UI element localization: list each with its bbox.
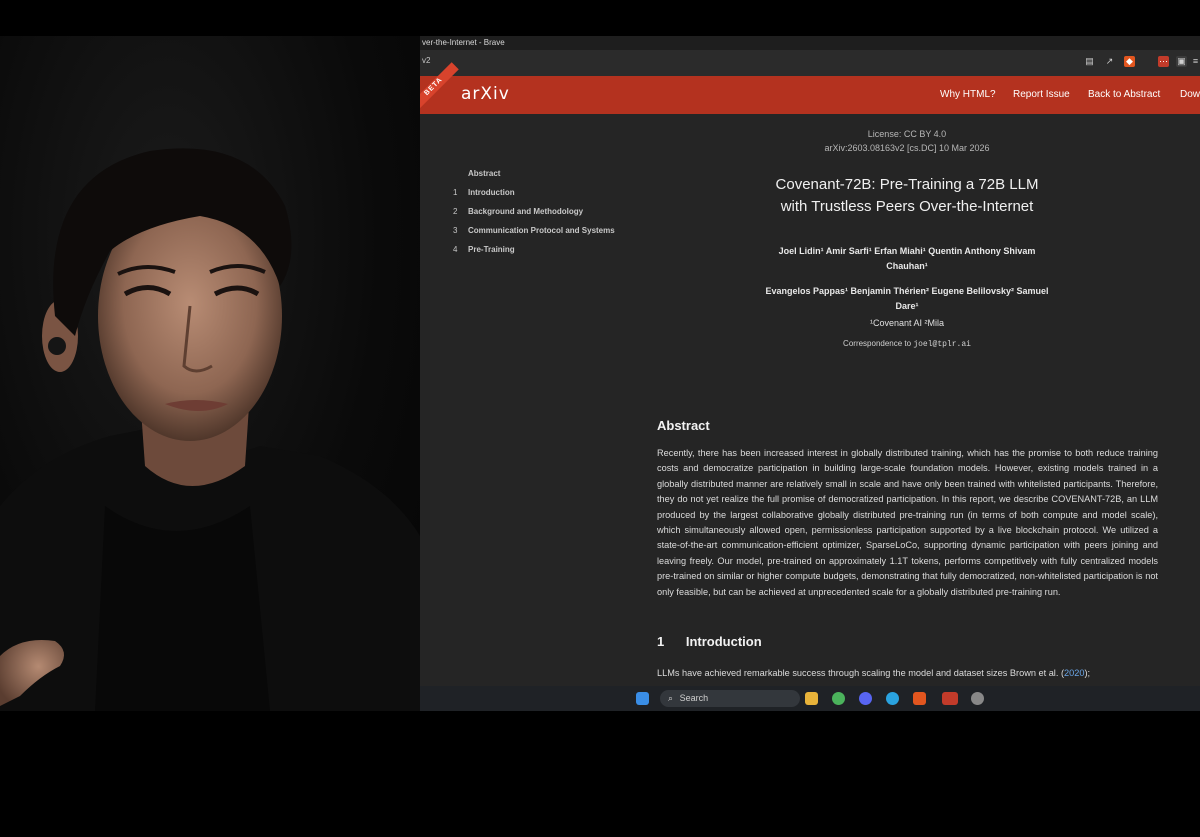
toc-abstract[interactable]: Abstract	[468, 169, 500, 178]
share-icon[interactable]: ↗	[1104, 56, 1115, 67]
arxiv-logo[interactable]: arXiv	[461, 84, 510, 104]
start-menu-icon[interactable]	[636, 692, 649, 705]
reader-mode-icon[interactable]: ▤	[1084, 56, 1095, 67]
toc-introduction[interactable]: Introduction	[468, 188, 515, 197]
telegram-icon[interactable]	[886, 692, 899, 705]
toc-communication[interactable]: Communication Protocol and Systems	[468, 226, 615, 235]
menu-icon[interactable]: ≡	[1190, 56, 1200, 67]
author-line: Chauhan¹	[886, 261, 928, 271]
toc-num: 1	[453, 188, 458, 197]
correspondence-email[interactable]: joel@tplr.ai	[913, 340, 971, 349]
nav-why-html[interactable]: Why HTML?	[940, 89, 996, 100]
profile-icon[interactable]: ▣	[1176, 56, 1187, 67]
license-text[interactable]: License: CC BY 4.0	[757, 129, 1057, 139]
abstract-text: Recently, there has been increased inter…	[657, 448, 1158, 597]
author-line: Joel Lidin¹ Amir Sarfi¹ Erfan Miahi¹ Que…	[778, 246, 1036, 256]
correspondence-label: Correspondence to	[843, 339, 912, 348]
brave-browser-icon[interactable]	[913, 692, 926, 705]
intro-paragraph: LLMs have achieved remarkable success th…	[657, 668, 1065, 678]
author-line: Dare¹	[895, 301, 919, 311]
correspondence: Correspondence to joel@tplr.ai	[707, 339, 1107, 349]
url-text[interactable]: v2	[422, 56, 430, 65]
author-line: Evangelos Pappas¹ Benjamin Thérien² Euge…	[765, 286, 1049, 296]
arxiv-id: arXiv:2603.08163v2 [cs.DC] 10 Mar 2026	[824, 143, 990, 153]
abstract-heading: Abstract	[657, 418, 710, 433]
arxiv-header: BETA arXiv Why HTML? Report Issue Back t…	[420, 62, 1200, 114]
authors-block-1: Joel Lidin¹ Amir Sarfi¹ Erfan Miahi¹ Que…	[707, 244, 1107, 274]
brave-shields-icon[interactable]: ◆	[1124, 56, 1135, 67]
section-title: Introduction	[685, 634, 762, 649]
intro-tail: );	[1084, 668, 1091, 678]
toc-num: 3	[453, 226, 458, 235]
chrome-icon[interactable]	[832, 692, 845, 705]
app-icon[interactable]	[942, 692, 958, 705]
file-explorer-icon[interactable]	[805, 692, 818, 705]
introduction-text: LLMs have achieved remarkable success th…	[657, 668, 1158, 678]
toc-num: 4	[453, 245, 458, 254]
toc-background[interactable]: Background and Methodology	[468, 207, 583, 216]
discord-icon[interactable]	[859, 692, 872, 705]
extension-icon[interactable]: ⋯	[1158, 56, 1169, 67]
nav-report-issue[interactable]: Report Issue	[1013, 89, 1070, 100]
webcam-video	[0, 36, 420, 711]
toc-num: 2	[453, 207, 458, 216]
authors-block-2: Evangelos Pappas¹ Benjamin Thérien² Euge…	[707, 284, 1107, 314]
affiliations: ¹Covenant AI ²Mila	[869, 318, 945, 328]
citation-link[interactable]: 2020	[1064, 668, 1084, 678]
section-number: 1	[657, 634, 665, 649]
paper-title: Covenant-72B: Pre-Training a 72B LLM wit…	[707, 174, 1107, 218]
presenter-image	[0, 148, 420, 711]
paper-document: Abstract 1 Introduction 2 Background and…	[420, 114, 1200, 686]
toc-pretraining[interactable]: Pre-Training	[468, 245, 515, 254]
search-icon: ⌕	[668, 693, 674, 703]
nav-download[interactable]: Dow	[1180, 89, 1200, 100]
os-taskbar: ⌕ Search	[420, 686, 1200, 711]
window-title: ver-the-Internet - Brave	[420, 36, 1200, 50]
taskbar-search[interactable]: ⌕ Search	[660, 690, 800, 707]
nav-back-to-abstract[interactable]: Back to Abstract	[1088, 89, 1160, 100]
settings-icon[interactable]	[971, 692, 984, 705]
address-bar[interactable]: v2 ▤ ↗ ◆ ⋯ ▣ ≡	[420, 50, 1200, 77]
paper-title-line: with Trustless Peers Over-the-Internet	[780, 198, 1034, 215]
browser-window: ver-the-Internet - Brave v2 ▤ ↗ ◆ ⋯ ▣ ≡ …	[420, 36, 1200, 711]
search-placeholder: Search	[679, 693, 709, 703]
introduction-heading: 1 Introduction	[657, 634, 762, 649]
paper-title-line: Covenant-72B: Pre-Training a 72B LLM	[775, 176, 1039, 193]
